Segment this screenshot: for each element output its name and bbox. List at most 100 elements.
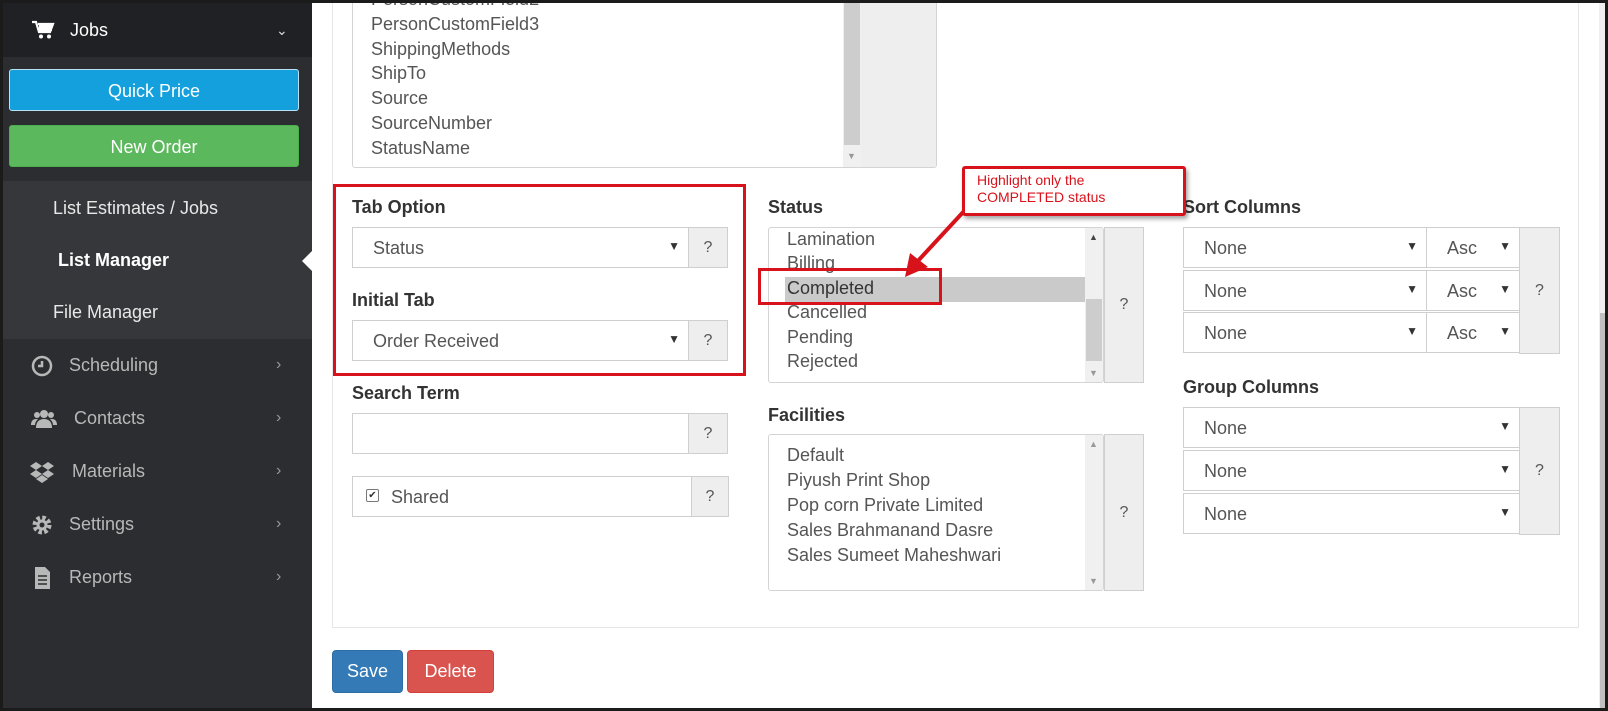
save-button[interactable]: Save <box>332 650 403 693</box>
list-item[interactable]: ShipTo <box>371 63 426 84</box>
page-scrollbar-thumb[interactable] <box>1600 313 1607 711</box>
search-term-label: Search Term <box>352 383 460 403</box>
sidebar-item-label: Scheduling <box>69 355 159 375</box>
sort-column-value: None <box>1204 323 1248 343</box>
shared-help-button[interactable]: ? <box>691 476 729 517</box>
sort-column-select-3[interactable]: None ▼ <box>1183 312 1427 353</box>
status-list-scrollbar[interactable]: ▲ ▼ <box>1085 228 1103 382</box>
caret-down-icon: ▼ <box>1499 324 1511 338</box>
sidebar-item-reports[interactable]: Reports › <box>0 552 312 605</box>
caret-down-icon: ▼ <box>1406 239 1418 253</box>
group-columns-help-button[interactable]: ? <box>1519 407 1560 535</box>
gear-icon <box>32 515 52 535</box>
jobs-label: Jobs <box>70 20 109 40</box>
chevron-right-icon: › <box>276 515 282 532</box>
list-item[interactable]: Rejected <box>787 351 858 372</box>
group-columns-label: Group Columns <box>1183 377 1319 397</box>
sidebar-item-list-estimates-jobs[interactable]: List Estimates / Jobs <box>53 198 218 219</box>
list-item[interactable]: PersonCustomField3 <box>371 14 539 35</box>
sidebar-item-file-manager[interactable]: File Manager <box>53 302 158 323</box>
caret-down-icon: ▼ <box>1499 239 1511 253</box>
list-item[interactable]: Lamination <box>787 229 875 250</box>
facilities-list-scrollbar[interactable]: ▲ ▼ <box>1085 435 1103 590</box>
page-scrollbar[interactable] <box>1599 0 1608 711</box>
delete-button[interactable]: Delete <box>407 650 494 693</box>
scroll-up-icon[interactable]: ▲ <box>1089 232 1098 242</box>
scrollbar-thumb[interactable] <box>844 0 860 145</box>
window-top-edge <box>0 0 1608 3</box>
sidebar-item-settings[interactable]: Settings › <box>0 499 312 552</box>
search-term-input[interactable] <box>352 413 689 454</box>
sidebar: Jobs ⌄ Quick Price New Order List Estima… <box>0 0 313 711</box>
dropbox-icon <box>30 462 54 483</box>
caret-down-icon: ▼ <box>1499 462 1511 476</box>
list-item[interactable]: Pending <box>787 327 853 348</box>
facilities-label: Facilities <box>768 405 846 425</box>
list-item[interactable]: Pop corn Private Limited <box>787 495 983 516</box>
status-help-button[interactable]: ? <box>1104 227 1144 383</box>
sidebar-item-label: Settings <box>69 514 135 534</box>
document-icon <box>35 567 50 589</box>
group-column-value: None <box>1204 504 1248 524</box>
sort-columns-label: Sort Columns <box>1183 197 1302 217</box>
jobs-submenu: List Estimates / Jobs List Manager File … <box>0 181 312 339</box>
jobs-menu-header[interactable]: Jobs ⌄ <box>0 0 312 57</box>
list-item[interactable]: SourceNumber <box>371 113 492 134</box>
group-column-value: None <box>1204 461 1248 481</box>
scroll-down-icon[interactable]: ▼ <box>1089 576 1098 586</box>
annotation-line-2: COMPLETED status <box>977 189 1106 205</box>
sort-column-select-2[interactable]: None ▼ <box>1183 270 1427 311</box>
chevron-down-icon: ⌄ <box>276 22 288 38</box>
caret-down-icon: ▼ <box>1499 282 1511 296</box>
annotation-arrow <box>905 207 968 277</box>
users-icon <box>31 410 57 428</box>
sort-order-value: Asc <box>1447 323 1478 343</box>
sort-order-value: Asc <box>1447 281 1478 301</box>
list-item[interactable]: Piyush Print Shop <box>787 470 930 491</box>
sidebar-item-label: Reports <box>69 567 133 587</box>
chevron-right-icon: › <box>276 409 282 426</box>
scroll-up-icon[interactable]: ▲ <box>1089 439 1098 449</box>
sidebar-item-list-manager[interactable]: List Manager <box>58 250 169 271</box>
group-column-select-1[interactable]: None ▼ <box>1183 407 1520 448</box>
sort-order-select-3[interactable]: Asc ▼ <box>1426 312 1520 353</box>
sort-order-select-1[interactable]: Asc ▼ <box>1426 227 1520 268</box>
group-column-value: None <box>1204 418 1248 438</box>
sidebar-item-scheduling[interactable]: Scheduling › <box>0 340 312 393</box>
shared-checkbox[interactable]: ✔ <box>366 489 379 502</box>
facilities-listbox[interactable]: Default Piyush Print Shop Pop corn Priva… <box>768 434 1104 591</box>
list-item[interactable]: Cancelled <box>787 302 867 323</box>
list-item[interactable]: Source <box>371 88 428 109</box>
clock-icon <box>31 355 53 377</box>
caret-down-icon: ▼ <box>1406 282 1418 296</box>
scrollbar-thumb[interactable] <box>1086 299 1102 361</box>
list-item[interactable]: ShippingMethods <box>371 39 510 60</box>
search-term-help-button[interactable]: ? <box>688 413 728 454</box>
fields-listbox[interactable]: PersonCustomField2 PersonCustomField3 Sh… <box>352 0 937 168</box>
sidebar-item-materials[interactable]: Materials › <box>0 446 312 499</box>
sidebar-item-contacts[interactable]: Contacts › <box>0 393 312 446</box>
cart-icon <box>32 20 55 39</box>
sort-order-select-2[interactable]: Asc ▼ <box>1426 270 1520 311</box>
group-column-select-2[interactable]: None ▼ <box>1183 450 1520 491</box>
sort-columns-help-button[interactable]: ? <box>1519 227 1560 354</box>
chevron-right-icon: › <box>276 462 282 479</box>
scroll-down-icon[interactable]: ▼ <box>1089 368 1098 378</box>
facilities-help-button[interactable]: ? <box>1104 434 1144 591</box>
sort-column-value: None <box>1204 238 1248 258</box>
highlight-box-tab-options <box>333 184 746 376</box>
scroll-down-icon[interactable]: ▼ <box>847 151 856 161</box>
list-item[interactable]: Sales Sumeet Maheshwari <box>787 545 1001 566</box>
list-item[interactable]: Default <box>787 445 844 466</box>
sort-column-value: None <box>1204 281 1248 301</box>
fields-list-scrollbar[interactable]: ▼ <box>843 0 861 167</box>
annotation-line-1: Highlight only the <box>977 172 1085 188</box>
fields-list-side <box>861 0 936 167</box>
caret-down-icon: ▼ <box>1406 324 1418 338</box>
group-column-select-3[interactable]: None ▼ <box>1183 493 1520 534</box>
new-order-button[interactable]: New Order <box>9 125 299 167</box>
sort-column-select-1[interactable]: None ▼ <box>1183 227 1427 268</box>
list-item[interactable]: StatusName <box>371 138 470 159</box>
list-item[interactable]: Sales Brahmanand Dasre <box>787 520 993 541</box>
quick-price-button[interactable]: Quick Price <box>9 69 299 111</box>
